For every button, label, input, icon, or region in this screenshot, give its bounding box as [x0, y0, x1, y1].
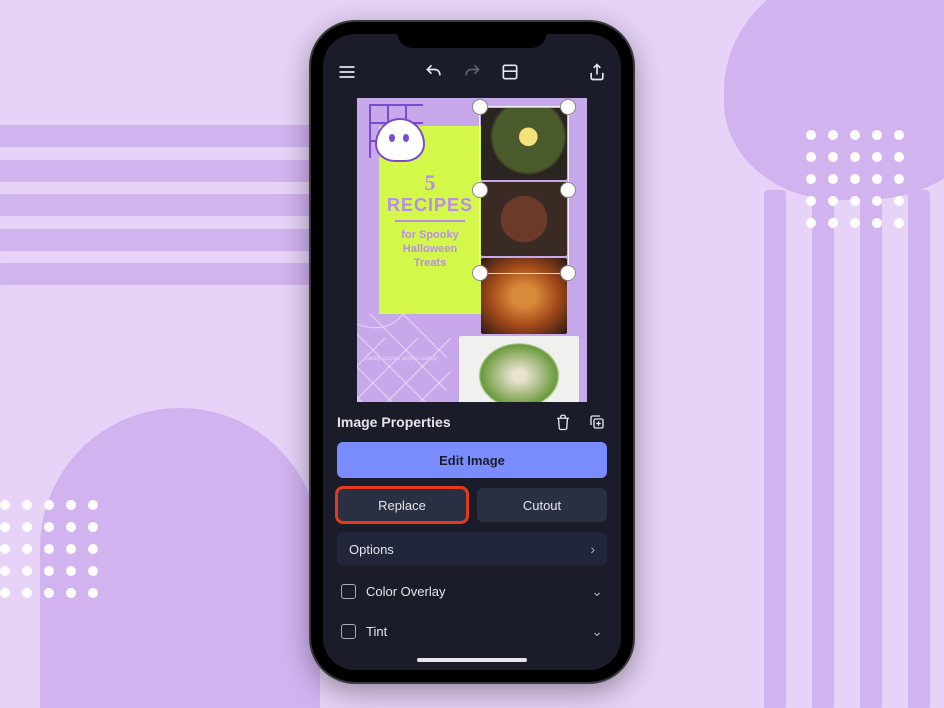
design-canvas[interactable]: 5 RECIPES for Spooky Halloween Treats: [357, 98, 587, 402]
tint-row[interactable]: Tint ⌄: [337, 616, 607, 646]
home-indicator: [417, 658, 527, 662]
chevron-down-icon: ⌄: [591, 583, 603, 600]
bg-stripes-right: [764, 190, 944, 708]
phone-frame: 5 RECIPES for Spooky Halloween Treats: [311, 22, 633, 682]
headline-number: 5: [425, 170, 436, 196]
edit-image-button[interactable]: Edit Image: [337, 442, 607, 478]
options-label: Options: [349, 542, 394, 557]
panel-title: Image Properties: [337, 414, 451, 430]
headline-word: RECIPES: [387, 196, 473, 214]
color-overlay-row[interactable]: Color Overlay ⌄: [337, 576, 607, 606]
subtitle: for Spooky Halloween Treats: [401, 228, 458, 271]
undo-icon[interactable]: [424, 62, 444, 82]
spiderweb-graphic: [357, 338, 451, 402]
chevron-right-icon: ›: [590, 541, 595, 557]
menu-icon[interactable]: [337, 62, 357, 82]
caption-candy: candy apples apples candy: [365, 356, 437, 362]
redo-icon[interactable]: [462, 62, 482, 82]
bg-dots-left: [0, 500, 98, 598]
tint-label: Tint: [366, 624, 581, 639]
share-icon[interactable]: [587, 62, 607, 82]
options-row[interactable]: Options ›: [337, 532, 607, 566]
properties-panel: Image Properties Edit Image Replace Cuto…: [323, 402, 621, 670]
food-image-4[interactable]: [459, 336, 579, 402]
duplicate-icon[interactable]: [587, 412, 607, 432]
divider-line: [395, 220, 465, 222]
ghost-graphic[interactable]: [365, 102, 425, 162]
app-toolbar: [323, 50, 621, 94]
food-image-2[interactable]: [481, 182, 567, 256]
food-image-1[interactable]: [481, 108, 567, 180]
phone-screen: 5 RECIPES for Spooky Halloween Treats: [323, 34, 621, 670]
bg-dots-right: [806, 130, 904, 228]
trash-icon[interactable]: [553, 412, 573, 432]
color-overlay-label: Color Overlay: [366, 584, 581, 599]
replace-button[interactable]: Replace: [337, 488, 467, 522]
checkbox-icon[interactable]: [341, 624, 356, 639]
checkbox-icon[interactable]: [341, 584, 356, 599]
layers-icon[interactable]: [500, 62, 520, 82]
chevron-down-icon: ⌄: [591, 623, 603, 640]
food-column: [481, 108, 567, 402]
cutout-button[interactable]: Cutout: [477, 488, 607, 522]
food-image-3[interactable]: [481, 258, 567, 334]
canvas-area[interactable]: 5 RECIPES for Spooky Halloween Treats: [323, 94, 621, 402]
panel-header: Image Properties: [337, 412, 607, 432]
